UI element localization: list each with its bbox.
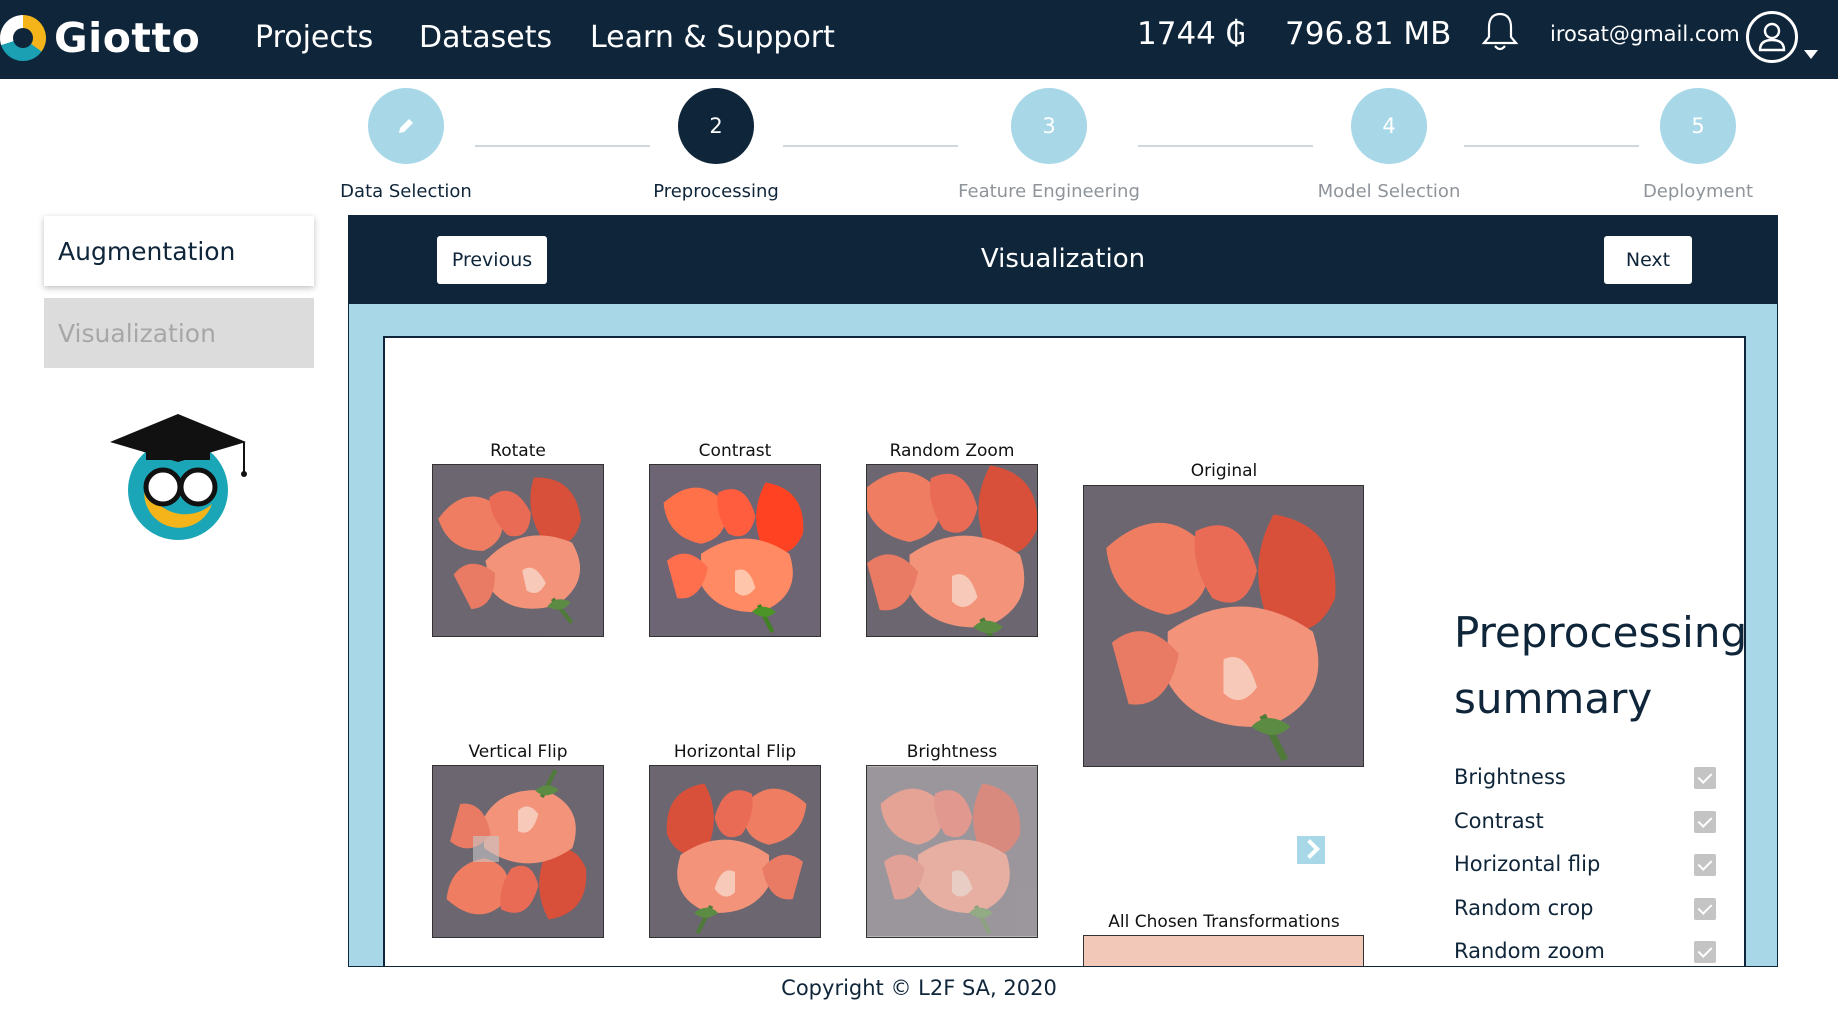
credits-balance: 1744 ₲ [1137, 16, 1246, 52]
brightness-preview-image [866, 765, 1038, 938]
thumb-label-contrast: Contrast [698, 441, 772, 461]
step-label: Data Selection [340, 181, 472, 202]
notification-bell-icon[interactable] [1480, 10, 1520, 54]
step-connector [1138, 145, 1313, 147]
step-connector [1464, 145, 1639, 147]
summary-title-line: summary [1454, 674, 1653, 723]
pencil-icon [399, 119, 413, 133]
summary-item-label: Brightness [1454, 765, 1566, 789]
brand-name: Giotto [54, 14, 201, 62]
summary-checkbox-icon[interactable] [1694, 811, 1716, 833]
summary-checkbox-icon[interactable] [1694, 767, 1716, 789]
vertical-flip-preview-image [432, 765, 604, 938]
summary-item: Contrast [1454, 809, 1716, 839]
nav-link-learn-support[interactable]: Learn & Support [590, 20, 835, 55]
summary-item-label: Horizontal flip [1454, 852, 1601, 876]
account-menu-chevron-down-icon[interactable] [1804, 50, 1818, 59]
step-5-deployment[interactable]: 5 [1660, 88, 1736, 164]
horizontal-flip-preview-image [649, 765, 821, 938]
thumb-label-original: Original [1190, 461, 1258, 481]
contrast-preview-image [649, 464, 821, 637]
user-email: irosat@gmail.com [1550, 22, 1740, 46]
brand-logo[interactable]: Giotto [0, 14, 200, 62]
nav-link-datasets[interactable]: Datasets [419, 20, 552, 55]
summary-checkbox-icon[interactable] [1694, 941, 1716, 963]
thumb-label-brightness: Brightness [906, 742, 998, 762]
summary-checkbox-icon[interactable] [1694, 898, 1716, 920]
storage-usage: 796.81 MB [1285, 16, 1452, 52]
step-2-preprocessing[interactable]: 2 [678, 88, 754, 164]
thumb-label-rotate: Rotate [490, 441, 546, 461]
step-4-model-selection[interactable]: 4 [1351, 88, 1427, 164]
step-label: Preprocessing [653, 181, 779, 202]
summary-item: Random crop [1454, 896, 1716, 926]
summary-item: Brightness [1454, 765, 1716, 795]
summary-item: Random zoom [1454, 939, 1716, 966]
panel-header: Previous Visualization Next [349, 216, 1777, 304]
carousel-prev-arrow-icon[interactable] [473, 836, 499, 862]
giotto-logo-icon [0, 15, 46, 61]
step-label: Deployment [1642, 181, 1754, 202]
summary-title-line: Preprocessing [1454, 608, 1748, 657]
summary-item-label: Contrast [1454, 809, 1544, 833]
summary-item: Horizontal flip [1454, 852, 1716, 882]
carousel-next-arrow-icon[interactable] [1297, 836, 1325, 864]
step-label: Feature Engineering [958, 181, 1140, 202]
thumb-label-random-zoom: Random Zoom [889, 441, 1015, 461]
step-3-feature-engineering[interactable]: 3 [1011, 88, 1087, 164]
sidebar-item-augmentation[interactable]: Augmentation [44, 216, 314, 286]
thumb-label-vertical-flip: Vertical Flip [468, 742, 568, 762]
summary-item-label: Random zoom [1454, 939, 1605, 963]
summary-item-label: Random crop [1454, 896, 1594, 920]
visualization-panel: Previous Visualization Next Rotate Contr… [348, 215, 1778, 967]
summary-title: Preprocessing summary [1454, 600, 1747, 732]
thumb-label-horizontal-flip: Horizontal Flip [673, 742, 797, 762]
step-connector [475, 145, 650, 147]
original-preview-image [1083, 485, 1364, 767]
step-connector [783, 145, 958, 147]
augmentation-preview-canvas: Rotate Contrast Random Zoom Original Pre… [383, 336, 1747, 966]
all-transformations-preview-image [1083, 935, 1364, 966]
sidebar-item-visualization[interactable]: Visualization [44, 298, 314, 368]
nav-link-projects[interactable]: Projects [255, 20, 373, 55]
summary-checkbox-icon[interactable] [1694, 854, 1716, 876]
graduation-mascot-icon [110, 414, 247, 540]
rotate-preview-image [432, 464, 604, 637]
next-button[interactable]: Next [1604, 236, 1692, 284]
user-avatar-icon[interactable] [1746, 11, 1798, 63]
footer-copyright: Copyright © L2F SA, 2020 [781, 976, 1057, 1000]
thumb-label-all-chosen: All Chosen Transformations [1108, 912, 1340, 932]
step-1-data-selection[interactable] [368, 88, 444, 164]
top-navbar: Giotto Projects Datasets Learn & Support… [0, 0, 1838, 79]
panel-title: Visualization [980, 244, 1146, 274]
random-zoom-preview-image [866, 464, 1038, 637]
step-label: Model Selection [1317, 181, 1461, 202]
